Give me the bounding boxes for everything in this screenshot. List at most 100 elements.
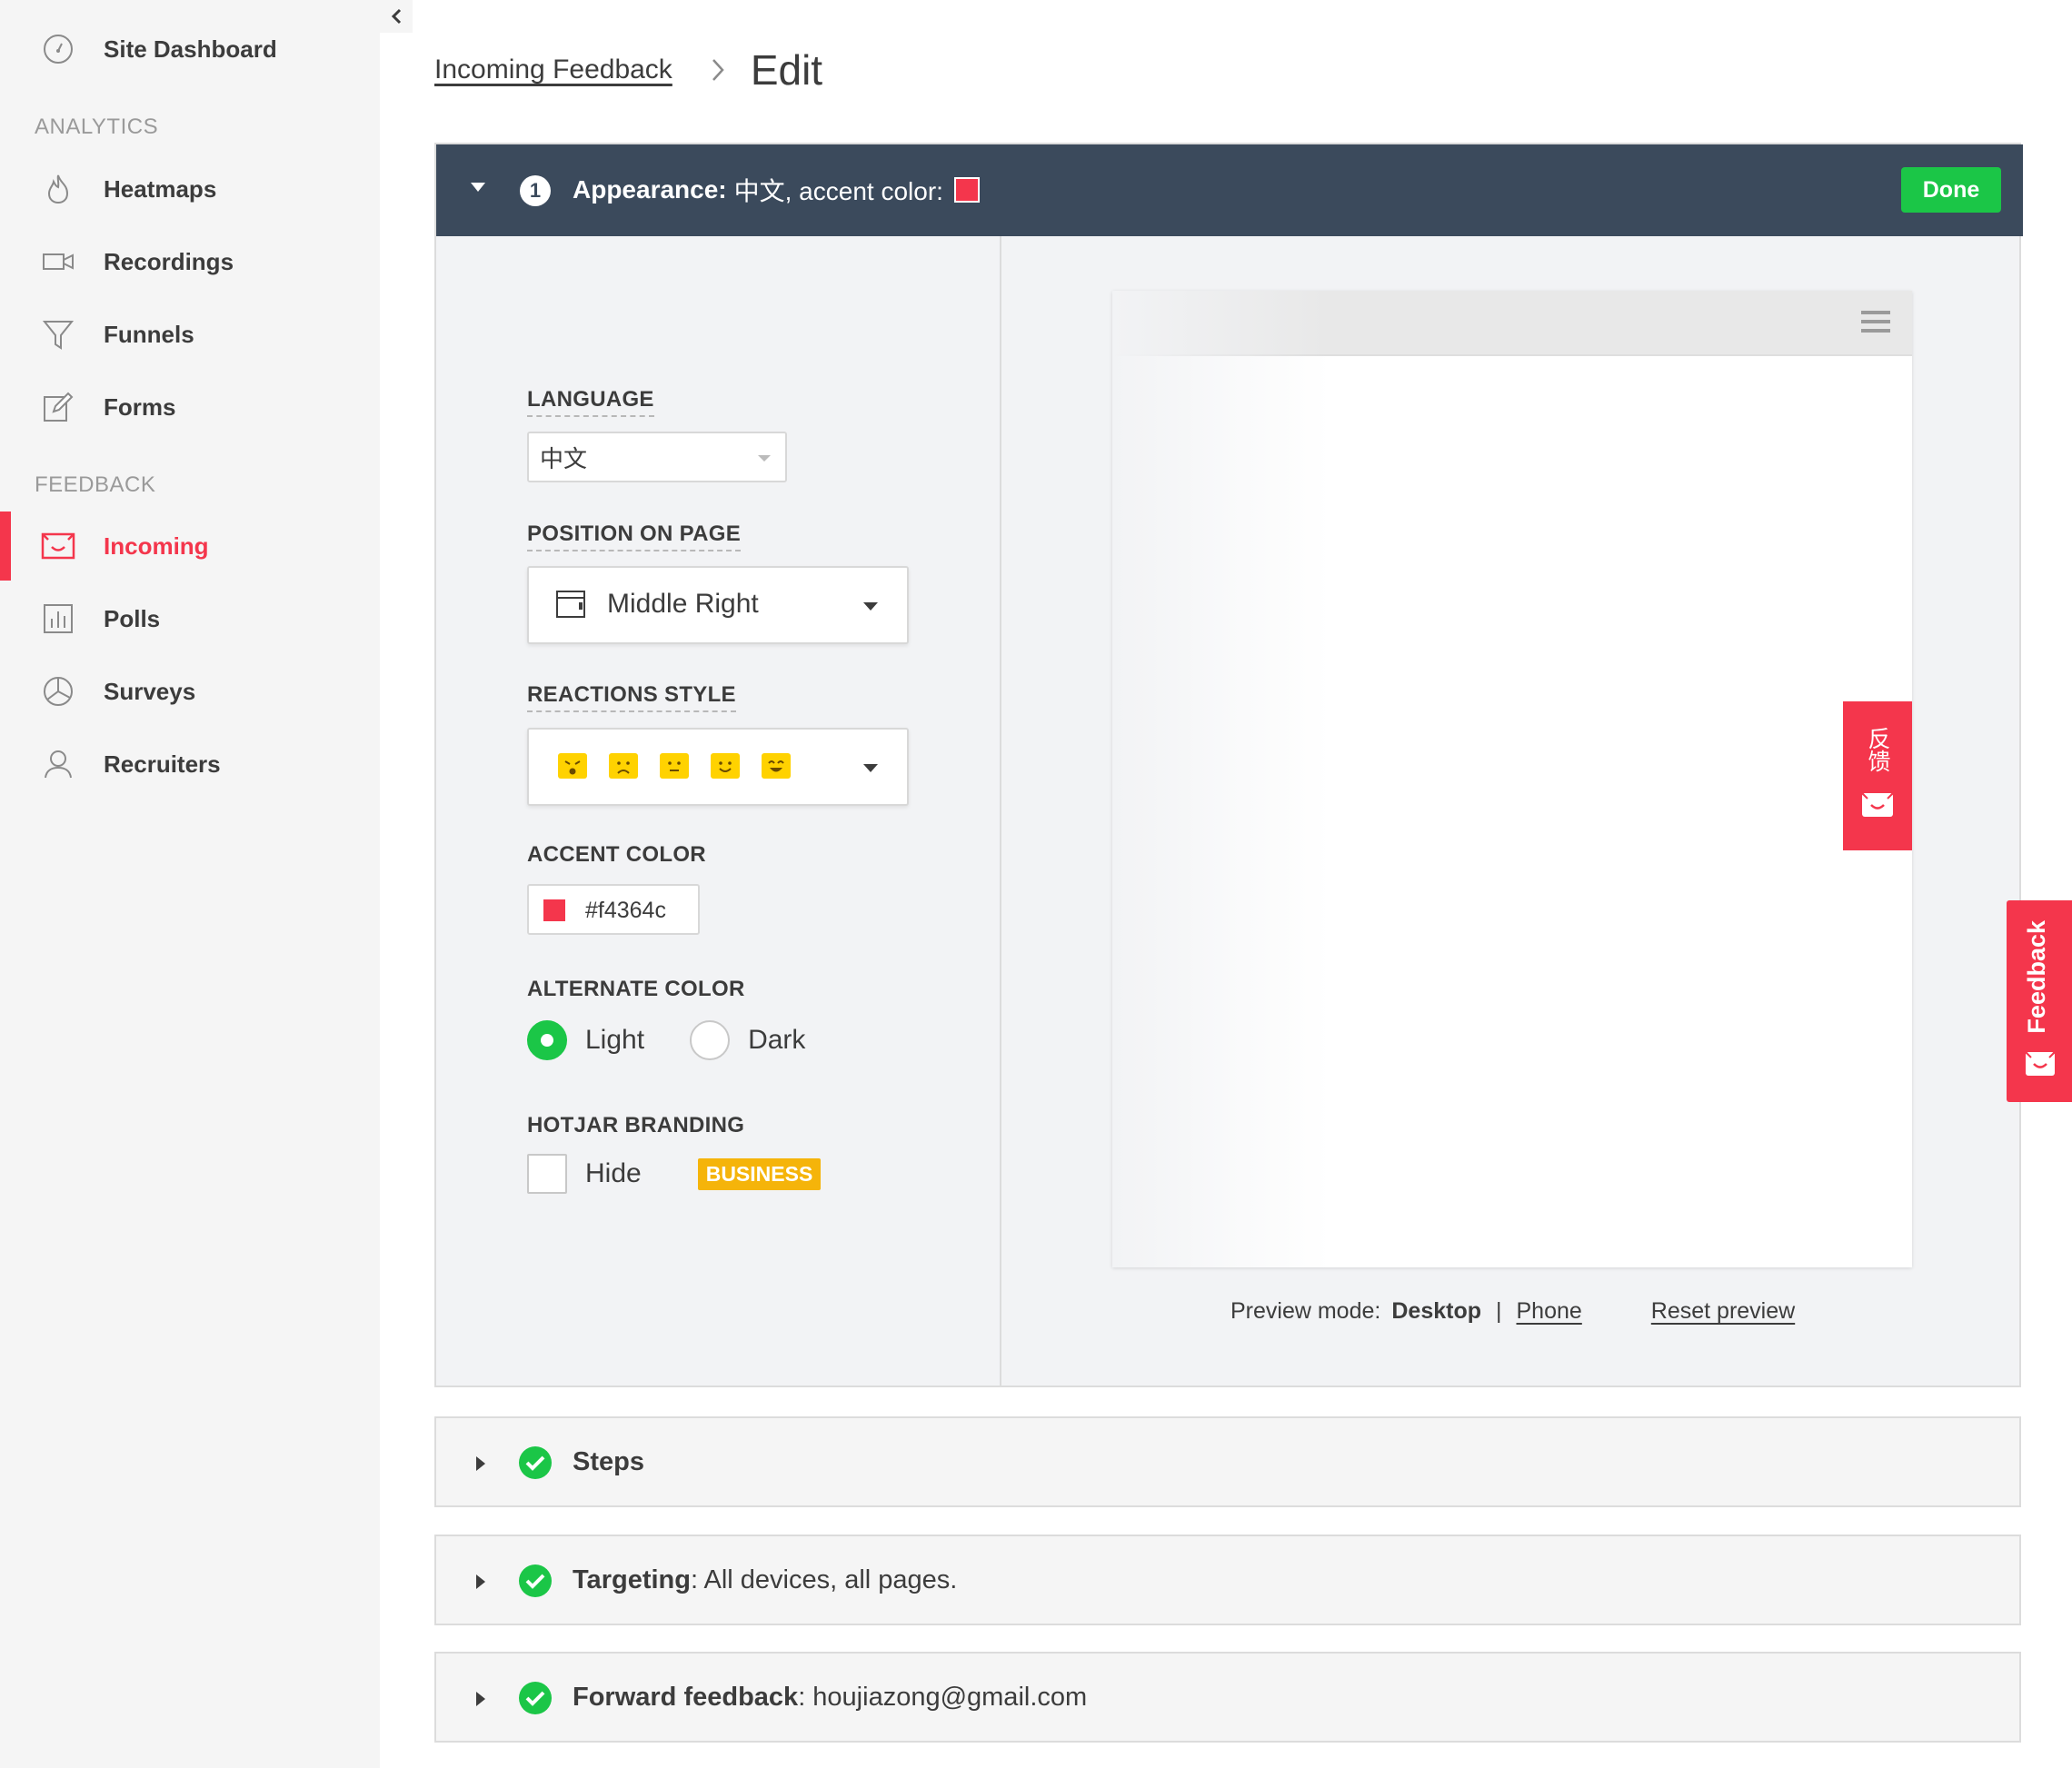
preview-mode-phone-link[interactable]: Phone xyxy=(1517,1298,1582,1325)
reset-preview-link[interactable]: Reset preview xyxy=(1651,1298,1795,1325)
language-select-value: 中文 xyxy=(540,444,588,472)
caret-right-icon[interactable] xyxy=(474,1690,487,1713)
position-label: POSITION ON PAGE xyxy=(527,521,742,551)
dashboard-gauge-icon xyxy=(40,31,76,67)
reaction-like-icon xyxy=(711,753,740,779)
forward-feedback-title-bold: Forward feedback xyxy=(573,1683,799,1712)
alternate-color-dark-radio[interactable] xyxy=(690,1020,731,1060)
reaction-neutral-icon xyxy=(660,753,689,779)
sidebar-item-polls[interactable]: Polls xyxy=(0,582,380,655)
sidebar-item-label: Recordings xyxy=(104,247,234,275)
appearance-panel-header[interactable]: 1 Appearance: 中文, accent color: Done xyxy=(436,144,2023,236)
caret-down-icon[interactable] xyxy=(469,181,487,198)
caret-down-icon xyxy=(863,764,878,772)
collapse-sidebar-button[interactable] xyxy=(380,0,413,33)
accent-color-swatch xyxy=(953,177,980,203)
targeting-title: Targeting: All devices, all pages. xyxy=(573,1565,957,1595)
alternate-color-light-radio[interactable] xyxy=(527,1020,567,1060)
pie-chart-icon xyxy=(40,673,76,710)
sidebar-item-label: Polls xyxy=(104,604,161,632)
appearance-preview-column: 反馈 Preview mode: Desktop | Phone Reset p… xyxy=(1003,236,2019,1386)
position-select[interactable]: Middle Right xyxy=(527,566,909,644)
sidebar-item-recruiters[interactable]: Recruiters xyxy=(0,728,380,800)
preview-fade-overlay xyxy=(1112,291,1330,1267)
breadcrumb: Incoming Feedback Edit xyxy=(434,45,822,94)
caret-right-icon[interactable] xyxy=(474,1455,487,1477)
business-plan-badge: BUSINESS xyxy=(697,1157,822,1190)
caret-down-icon xyxy=(758,455,771,462)
section-label-feedback: FEEDBACK xyxy=(35,472,156,497)
sidebar-item-heatmaps[interactable]: Heatmaps xyxy=(0,153,380,225)
browser-window-icon xyxy=(556,590,585,623)
preview-mode-label: Preview mode: xyxy=(1230,1298,1381,1324)
sidebar-item-recordings[interactable]: Recordings xyxy=(0,225,380,298)
reactions-style-label: REACTIONS STYLE xyxy=(527,682,736,712)
appearance-title-bold: Appearance: xyxy=(573,175,727,204)
accent-color-value: #f4364c xyxy=(585,898,666,923)
forward-feedback-section[interactable]: Forward feedback: houjiazong@gmail.com xyxy=(434,1652,2021,1743)
accent-color-preview-swatch xyxy=(543,899,565,921)
sidebar-item-site-dashboard[interactable]: Site Dashboard xyxy=(0,13,380,85)
alternate-color-dark-label[interactable]: Dark xyxy=(748,1025,805,1056)
active-indicator xyxy=(0,512,11,581)
caret-down-icon xyxy=(863,602,878,611)
sidebar: Site Dashboard ANALYTICS Heatmaps Record… xyxy=(0,0,380,1768)
steps-title-bold: Steps xyxy=(573,1447,644,1476)
chevron-left-icon xyxy=(391,8,402,25)
alternate-color-light-label[interactable]: Light xyxy=(585,1025,644,1056)
feedback-face-icon xyxy=(2025,1051,2056,1081)
preview-feedback-widget[interactable]: 反馈 xyxy=(1843,701,1912,850)
sidebar-item-label: Heatmaps xyxy=(104,174,217,203)
flame-icon xyxy=(40,171,76,207)
forward-feedback-title: Forward feedback: houjiazong@gmail.com xyxy=(573,1683,1087,1713)
breadcrumb-link-incoming-feedback[interactable]: Incoming Feedback xyxy=(434,55,672,85)
sidebar-item-label: Forms xyxy=(104,392,176,421)
accent-color-input[interactable]: #f4364c xyxy=(527,884,700,935)
preview-mode-separator: | xyxy=(1496,1298,1502,1324)
sidebar-item-forms[interactable]: Forms xyxy=(0,371,380,443)
targeting-summary: : All devices, all pages. xyxy=(690,1565,958,1594)
language-select[interactable]: 中文 xyxy=(527,432,787,482)
form-edit-icon xyxy=(40,389,76,425)
reaction-hate-icon xyxy=(558,753,587,779)
appearance-panel: 1 Appearance: 中文, accent color: Done LAN… xyxy=(434,143,2023,1387)
page-title: Edit xyxy=(750,46,823,94)
caret-right-icon[interactable] xyxy=(474,1573,487,1595)
sidebar-item-funnels[interactable]: Funnels xyxy=(0,298,380,371)
reaction-dislike-icon xyxy=(609,753,638,779)
feedback-face-icon xyxy=(1861,792,1894,822)
widget-preview-frame: 反馈 xyxy=(1112,291,1912,1267)
sidebar-item-label: Site Dashboard xyxy=(104,35,277,63)
language-label: LANGUAGE xyxy=(527,387,654,417)
targeting-section[interactable]: Targeting: All devices, all pages. xyxy=(434,1535,2021,1625)
sidebar-item-surveys[interactable]: Surveys xyxy=(0,655,380,728)
position-select-value: Middle Right xyxy=(607,589,759,619)
incoming-feedback-icon xyxy=(40,528,76,564)
done-button[interactable]: Done xyxy=(1901,167,2001,213)
preview-widget-label: 反馈 xyxy=(1865,727,1890,772)
reaction-love-icon xyxy=(762,753,791,779)
appearance-title: Appearance: 中文, accent color: xyxy=(573,172,980,208)
reactions-style-select[interactable] xyxy=(527,728,909,806)
alternate-color-radio-group: Light Dark xyxy=(527,1020,805,1060)
check-circle-icon xyxy=(518,1564,553,1603)
section-label-analytics: ANALYTICS xyxy=(35,114,159,139)
sidebar-item-label: Surveys xyxy=(104,677,196,705)
hide-branding-checkbox[interactable] xyxy=(527,1154,567,1194)
steps-section[interactable]: Steps xyxy=(434,1416,2021,1507)
reaction-emoji-row xyxy=(558,753,791,779)
preview-mode-bar: Preview mode: Desktop | Phone Reset prev… xyxy=(1230,1298,1795,1325)
check-circle-icon xyxy=(518,1445,553,1485)
feedback-tab-label: Feedback xyxy=(2023,920,2050,1034)
hide-branding-label[interactable]: Hide xyxy=(585,1158,642,1189)
step-number-badge: 1 xyxy=(520,175,551,206)
sidebar-item-label: Incoming xyxy=(104,531,209,560)
preview-mode-desktop[interactable]: Desktop xyxy=(1391,1298,1481,1325)
check-circle-icon xyxy=(518,1681,553,1720)
sidebar-item-incoming[interactable]: Incoming xyxy=(0,510,380,582)
sidebar-item-label: Funnels xyxy=(104,320,194,348)
feedback-tab[interactable]: Feedback xyxy=(2007,900,2072,1102)
bar-chart-icon xyxy=(40,601,76,637)
sidebar-item-label: Recruiters xyxy=(104,750,221,778)
hamburger-menu-icon xyxy=(1861,311,1890,338)
